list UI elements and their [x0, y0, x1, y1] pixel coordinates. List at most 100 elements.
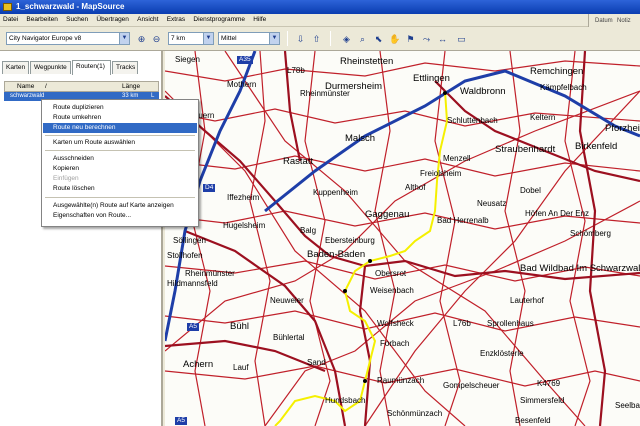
menu-route-duplizieren[interactable]: Route duplizieren — [43, 103, 197, 113]
place-bad-herrenalb: Bad Herrenalb — [437, 216, 489, 225]
place-forbach: Forbach — [380, 339, 410, 348]
place-neuweier: Neuweier — [270, 296, 304, 305]
menu-ausschneiden[interactable]: Ausschneiden — [43, 154, 197, 164]
column-name[interactable]: Name — [17, 82, 34, 92]
menu-uebertragen[interactable]: Übertragen — [93, 14, 132, 25]
road-label-a35: A35 — [237, 56, 253, 64]
place-straubenhardt: Straubenhardt — [495, 144, 556, 155]
mapsource-window: 1_schwarzwald - MapSource Datei Bearbeit… — [0, 0, 640, 426]
zoom-level-select[interactable]: 7 km ▼ — [168, 32, 214, 45]
menu-route-auf-karte-anzeigen[interactable]: Ausgewählte(n) Route auf Karte anzeigen — [43, 201, 197, 211]
map-view[interactable]: A35 A5 A5 D4 Siegen Mothern L78b Rheinst… — [165, 51, 640, 426]
tab-tracks[interactable]: Tracks — [112, 61, 138, 74]
route-list-header: Name / Länge — [4, 81, 159, 92]
chevron-down-icon[interactable]: ▼ — [119, 33, 129, 44]
place-schoenmuenzach: Schönmünzach — [387, 409, 443, 418]
place-rheinstetten: Rheinstetten — [340, 56, 394, 67]
place-kuppenheim: Kuppenheim — [313, 188, 358, 197]
zoom-in-icon[interactable]: ⊕ — [135, 32, 148, 45]
menu-separator — [45, 197, 195, 198]
place-simmersfeld: Simmersfeld — [520, 396, 565, 405]
menu-eigenschaften-route[interactable]: Eigenschaften von Route... — [43, 211, 197, 221]
receive-from-device-icon[interactable]: ⇩ — [294, 32, 307, 45]
tab-routen[interactable]: Routen(1) — [72, 60, 111, 75]
menu-route-neu-berechnen[interactable]: Route neu berechnen — [43, 123, 197, 133]
measure-tool-icon[interactable]: ↔ — [436, 32, 449, 45]
menu-bar: Datei Bearbeiten Suchen Übertragen Ansic… — [0, 14, 640, 27]
place-weisenbach: Weisenbach — [370, 286, 414, 295]
menu-extras[interactable]: Extras — [164, 14, 188, 25]
menu-kopieren[interactable]: Kopieren — [43, 164, 197, 174]
ruler-tool-icon[interactable]: ▭ — [455, 32, 468, 45]
place-obersrot: Obersrot — [375, 269, 407, 278]
place-neusatz: Neusatz — [477, 199, 507, 208]
place-lauterhof: Lauterhof — [510, 296, 544, 305]
menu-karten-um-route[interactable]: Karten um Route auswählen — [43, 138, 197, 148]
menu-hilfe[interactable]: Hilfe — [250, 14, 269, 25]
place-k4769: K4769 — [537, 379, 561, 388]
road-label-a5: A5 — [187, 323, 199, 331]
place-ettlingen: Ettlingen — [413, 73, 450, 84]
menu-datei[interactable]: Datei — [0, 14, 21, 25]
toolbar: City Navigator Europe v8 ▼ ⊕ ⊖ 7 km ▼ Mi… — [0, 27, 640, 51]
title-bar: 1_schwarzwald - MapSource — [0, 0, 640, 14]
place-schluttenbach: Schluttenbach — [447, 116, 498, 125]
waypoint-tool-icon[interactable]: ⚑ — [404, 32, 417, 45]
menu-bearbeiten[interactable]: Bearbeiten — [23, 14, 60, 25]
place-raumuenzach: Raumünzach — [377, 376, 425, 385]
tab-wegpunkte[interactable]: Wegpunkte — [30, 61, 71, 74]
place-gompelscheuer: Gompelscheuer — [443, 381, 500, 390]
menu-ansicht[interactable]: Ansicht — [134, 14, 161, 25]
send-to-device-icon[interactable]: ⇧ — [310, 32, 323, 45]
menu-route-umkehren[interactable]: Route umkehren — [43, 113, 197, 123]
menu-separator — [45, 150, 195, 151]
detail-level-value: Mittel — [221, 35, 237, 42]
menu-route-loeschen[interactable]: Route löschen — [43, 184, 197, 194]
place-keltern: Keltern — [530, 113, 556, 122]
route-tool-icon[interactable]: ⤳ — [420, 32, 433, 45]
app-icon — [3, 3, 12, 11]
tab-karten[interactable]: Karten — [2, 61, 29, 74]
map-tool-icon[interactable]: ◈ — [340, 32, 353, 45]
place-sprollenhaus: Sprollenhaus — [487, 319, 534, 328]
place-iffezheim: Iffezheim — [227, 193, 260, 202]
selection-tool-icon[interactable]: ⬉ — [372, 32, 385, 45]
map-product-select[interactable]: City Navigator Europe v8 ▼ — [6, 32, 130, 45]
column-length[interactable]: Länge — [122, 82, 140, 92]
menu-dienstprogramme[interactable]: Dienstprogramme — [190, 14, 248, 25]
place-baden-baden: Baden-Baden — [307, 249, 366, 260]
place-enzkloesterle: Enzklösterle — [480, 349, 524, 358]
place-rastatt: Rastatt — [283, 156, 314, 167]
place-hildmannsfeld: Hildmannsfeld — [167, 279, 218, 288]
place-l78b: L78b — [287, 66, 305, 75]
window-title: 1_schwarzwald - MapSource — [16, 2, 125, 11]
place-hugelsheim: Hugelsheim — [223, 221, 266, 230]
place-achern: Achern — [183, 359, 214, 370]
place-seelbach: Seelbach — [615, 401, 640, 410]
place-mothern: Mothern — [227, 80, 257, 89]
place-hundsbach: Hundsbach — [325, 396, 366, 405]
map-product-value: City Navigator Europe v8 — [9, 35, 82, 42]
place-lauf: Lauf — [233, 363, 249, 372]
place-pforzheim: Pforzheim — [605, 123, 640, 134]
menu-einfuegen: Einfügen — [53, 175, 79, 182]
chevron-down-icon[interactable]: ▼ — [269, 33, 279, 44]
hand-tool-icon[interactable]: ✋ — [388, 32, 401, 45]
road-label-d4: D4 — [203, 184, 216, 192]
place-birkenfeld: Birkenfeld — [575, 141, 618, 152]
zoom-level-value: 7 km — [171, 35, 186, 42]
place-l76b: L76b — [453, 319, 471, 328]
place-stollhofen: Stollhofen — [167, 251, 203, 260]
place-bad-wildbad: Bad Wildbad Im Schwarzwald — [520, 263, 640, 274]
place-hoefen-an-der-enz: Höfen An Der Enz — [525, 209, 590, 218]
chevron-down-icon[interactable]: ▼ — [203, 33, 213, 44]
place-buehlertal: Bühlertal — [273, 333, 305, 342]
toolbar-separator — [330, 31, 331, 46]
place-waldbronn: Waldbronn — [460, 86, 506, 97]
zoom-out-icon[interactable]: ⊖ — [150, 32, 163, 45]
detail-level-select[interactable]: Mittel ▼ — [218, 32, 280, 45]
place-rheinmuenster-south: Rheinmünster — [185, 269, 235, 278]
menu-suchen[interactable]: Suchen — [63, 14, 91, 25]
zoom-tool-icon[interactable]: ⌕ — [356, 32, 369, 45]
place-kaempfelbach: Kämpfelbach — [540, 83, 587, 92]
